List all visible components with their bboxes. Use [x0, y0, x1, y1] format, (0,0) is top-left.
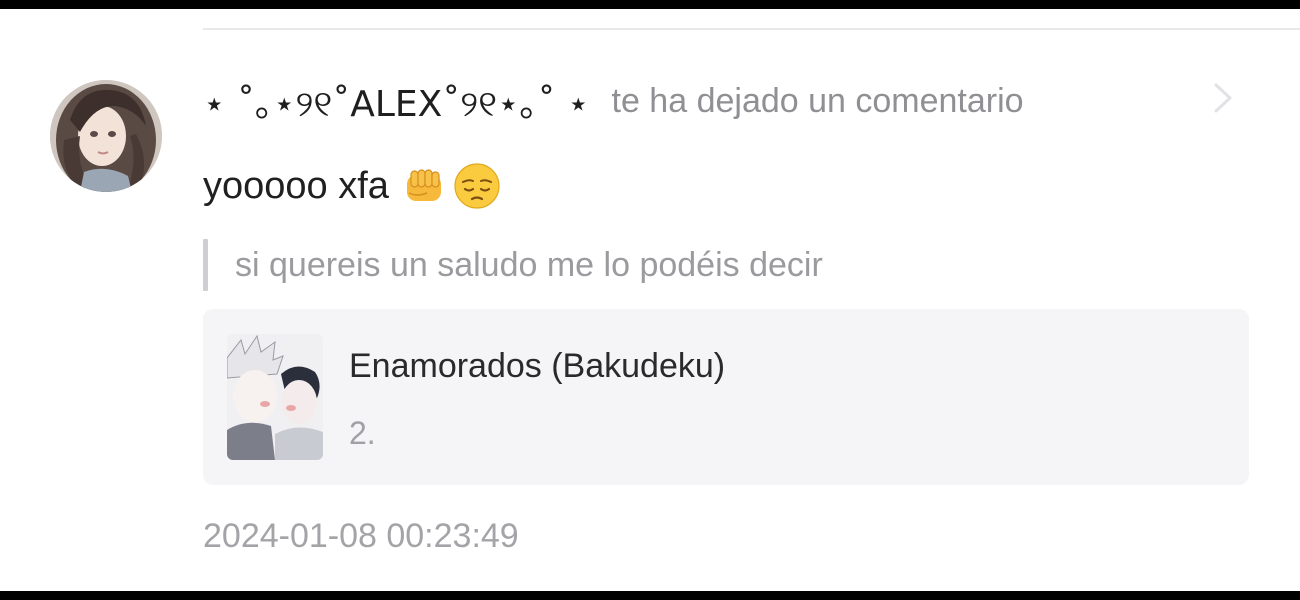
notification-header: ⋆ ˚｡⋆୨୧˚ALEX˚୨୧⋆｡˚ ⋆ te ha dejado un com…: [203, 79, 1024, 126]
comment-body: yooooo xfa: [203, 164, 389, 207]
quote-bar: [203, 239, 208, 291]
user-avatar[interactable]: [50, 80, 162, 192]
username[interactable]: ⋆ ˚｡⋆୨୧˚ALEX˚୨୧⋆｡˚ ⋆: [203, 75, 590, 127]
story-card[interactable]: Enamorados (Bakudeku) 2.: [203, 309, 1249, 485]
story-title: Enamorados (Bakudeku): [349, 347, 726, 385]
comment-emojis: [403, 162, 501, 210]
chevron-right-icon[interactable]: [1208, 81, 1238, 115]
story-chapter: 2.: [349, 415, 376, 451]
quoted-text: si quereis un saludo me lo podéis decir: [203, 238, 823, 292]
avatar-image: [50, 80, 162, 192]
story-cover-image: [227, 334, 323, 460]
comment-text: yooooo xfa: [203, 161, 501, 211]
notification-screen: ⋆ ˚｡⋆୨୧˚ALEX˚୨୧⋆｡˚ ⋆ te ha dejado un com…: [0, 9, 1300, 591]
quote-text: si quereis un saludo me lo podéis decir: [235, 245, 823, 284]
notification-action-text: te ha dejado un comentario: [611, 81, 1024, 120]
timestamp: 2024-01-08 00:23:49: [203, 517, 519, 555]
top-divider: [203, 28, 1300, 30]
pensive-face-emoji: [454, 163, 500, 209]
fist-bump-emoji: [406, 169, 441, 201]
